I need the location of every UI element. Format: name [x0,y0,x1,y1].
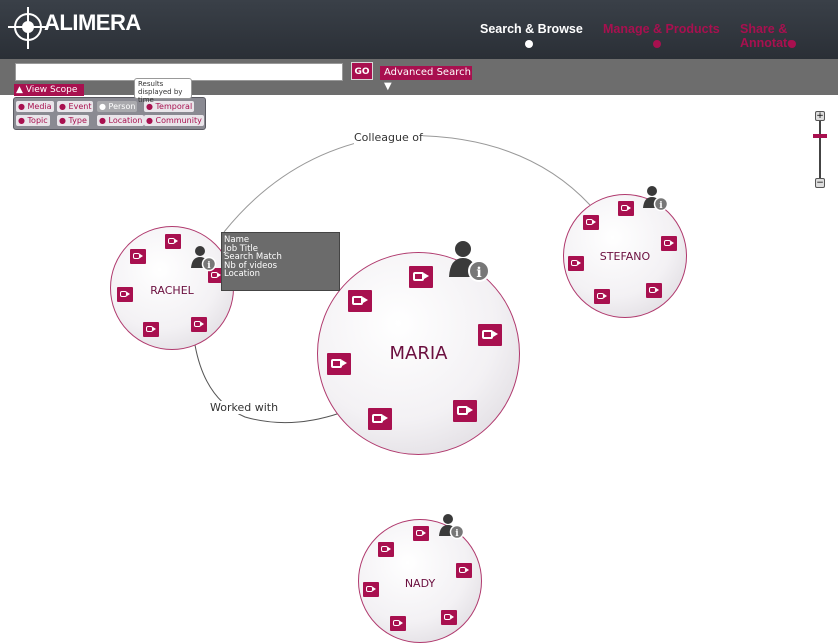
video-icon[interactable] [594,289,610,304]
svg-text:i: i [476,265,481,281]
svg-text:i: i [207,261,211,271]
zoom-track [819,119,821,181]
person-info-icon[interactable]: i [447,237,495,285]
video-icon[interactable] [646,283,662,298]
video-icon[interactable] [348,290,372,312]
video-icon[interactable] [661,236,677,251]
edge-label-colleague: Colleague of [354,131,423,144]
video-icon[interactable] [618,201,634,216]
video-icon[interactable] [378,542,394,557]
person-info-icon[interactable]: i [642,184,670,214]
video-icon[interactable] [368,408,392,430]
edge-colleague-of [223,135,591,233]
video-icon[interactable] [441,610,457,625]
svg-text:i: i [659,201,663,211]
video-icon[interactable] [453,400,477,422]
person-info-icon[interactable]: i [190,244,218,274]
video-icon[interactable] [409,266,433,288]
video-icon[interactable] [456,563,472,578]
video-icon[interactable] [143,322,159,337]
video-icon[interactable] [413,526,429,541]
person-info-icon[interactable]: i [438,512,466,542]
person-info-card: Name Job Title Search Match Nb of videos… [221,232,340,291]
video-icon[interactable] [568,256,584,271]
edge-label-worked: Worked with [210,401,279,414]
video-icon[interactable] [117,287,133,302]
video-icon[interactable] [327,353,351,375]
video-icon[interactable] [165,234,181,249]
zoom-in-button[interactable]: + [815,111,825,121]
zoom-control: + − [813,111,827,191]
zoom-out-button[interactable]: − [815,178,825,188]
zoom-slider-thumb[interactable] [813,134,827,138]
video-icon[interactable] [478,324,502,346]
video-icon[interactable] [583,215,599,230]
video-icon[interactable] [130,249,146,264]
video-icon[interactable] [191,317,207,332]
video-icon[interactable] [390,616,406,631]
video-icon[interactable] [363,582,379,597]
svg-text:i: i [455,529,459,539]
info-line-location: Location [224,269,260,279]
